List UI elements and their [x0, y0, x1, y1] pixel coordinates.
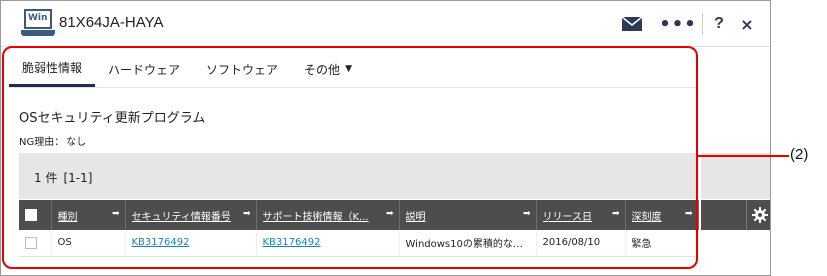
more-icon[interactable]: •••: [659, 13, 696, 35]
annotation-label: (2): [790, 146, 809, 163]
device-title: 81X64JA-HAYA: [59, 14, 164, 31]
mail-icon[interactable]: [620, 13, 644, 35]
os-badge: Win: [28, 13, 48, 23]
help-icon[interactable]: ?: [711, 13, 727, 35]
annotation-leader-line: [698, 155, 789, 157]
gear-icon[interactable]: [746, 200, 770, 230]
windows-pc-icon: Win: [21, 9, 55, 39]
header-divider: [702, 13, 703, 35]
window-header: Win 81X64JA-HAYA ••• ? ×: [1, 1, 770, 47]
close-icon[interactable]: ×: [739, 13, 755, 35]
annotation-box: [2, 46, 698, 269]
right-count-strip: [701, 153, 770, 199]
